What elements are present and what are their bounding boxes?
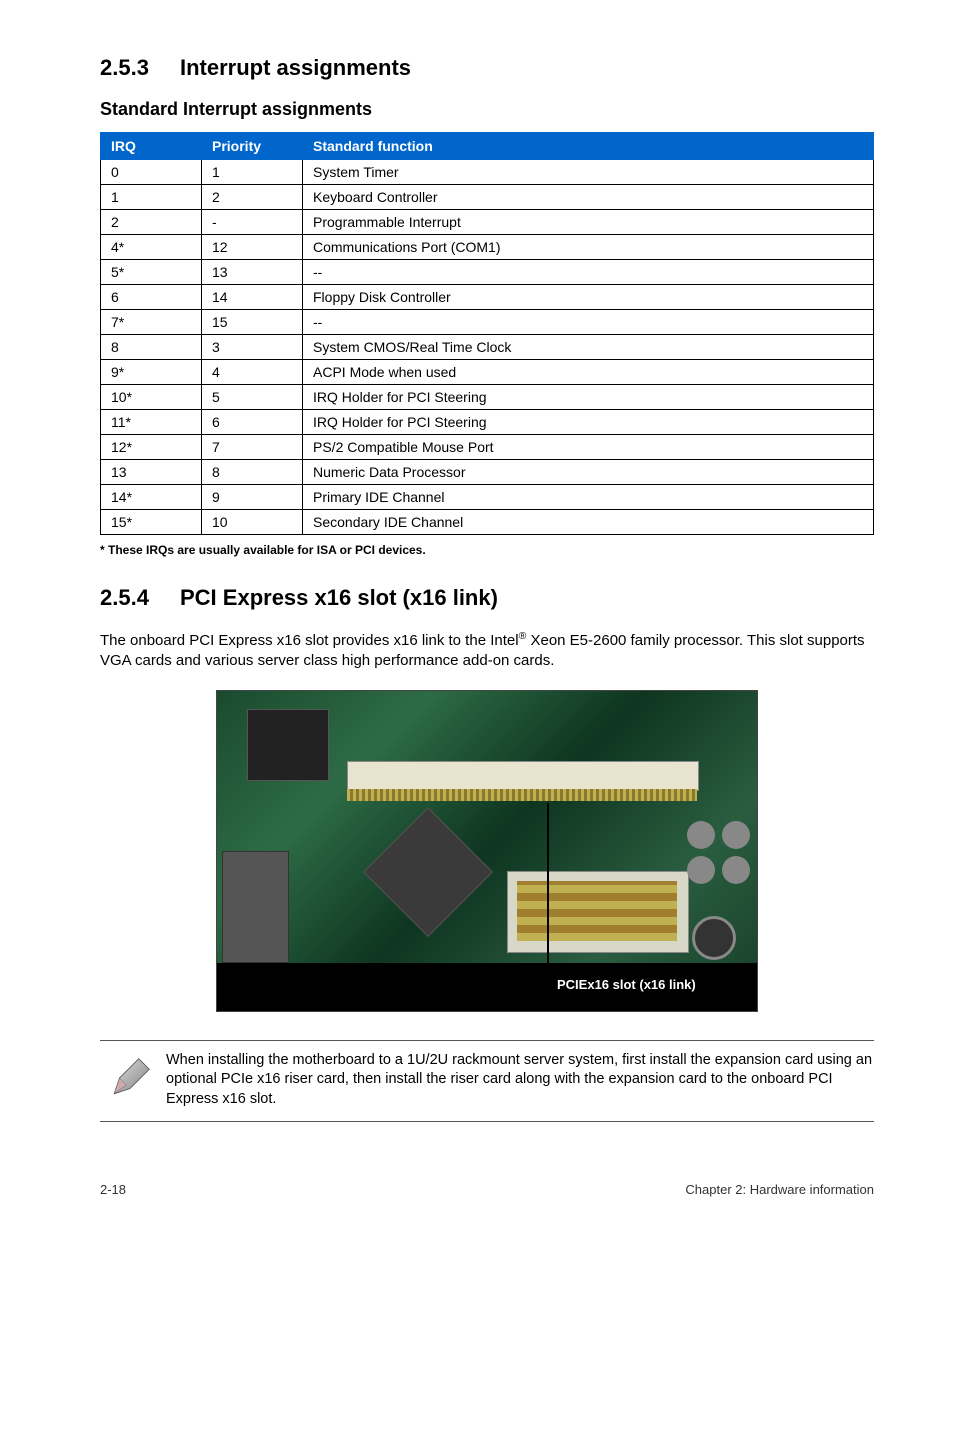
table-row: 83System CMOS/Real Time Clock <box>101 335 874 360</box>
table-row: 2-Programmable Interrupt <box>101 210 874 235</box>
table-cell: 6 <box>101 285 202 310</box>
section-title: PCI Express x16 slot (x16 link) <box>180 585 498 610</box>
table-row: 14*9Primary IDE Channel <box>101 485 874 510</box>
table-cell: -- <box>303 310 874 335</box>
table-row: 15*10Secondary IDE Channel <box>101 510 874 535</box>
table-cell: IRQ Holder for PCI Steering <box>303 410 874 435</box>
note-text: When installing the motherboard to a 1U/… <box>160 1051 874 1110</box>
table-cell: 5* <box>101 260 202 285</box>
table-cell: 6 <box>202 410 303 435</box>
table-cell: 11* <box>101 410 202 435</box>
section-number: 2.5.3 <box>100 55 180 81</box>
callout-line <box>547 803 549 968</box>
table-cell: 4 <box>202 360 303 385</box>
table-cell: 13 <box>202 260 303 285</box>
section-title: Interrupt assignments <box>180 55 411 80</box>
section-number: 2.5.4 <box>100 585 180 611</box>
table-cell: 4* <box>101 235 202 260</box>
motherboard-photo: PCIEx16 slot (x16 link) <box>216 690 758 1012</box>
page-number: 2-18 <box>100 1182 126 1197</box>
table-cell: 5 <box>202 385 303 410</box>
note-block: When installing the motherboard to a 1U/… <box>100 1040 874 1123</box>
table-cell: Floppy Disk Controller <box>303 285 874 310</box>
table-cell: 15 <box>202 310 303 335</box>
table-cell: 1 <box>202 160 303 185</box>
table-cell: 2 <box>101 210 202 235</box>
table-cell: Programmable Interrupt <box>303 210 874 235</box>
table-caption: Standard Interrupt assignments <box>100 99 874 120</box>
motherboard-photo-container: PCIEx16 slot (x16 link) <box>100 690 874 1012</box>
table-cell: System Timer <box>303 160 874 185</box>
section-body-text: The onboard PCI Express x16 slot provide… <box>100 629 874 672</box>
table-cell: 1 <box>101 185 202 210</box>
table-cell: -- <box>303 260 874 285</box>
table-row: 7*15-- <box>101 310 874 335</box>
page-content: 2.5.3Interrupt assignments Standard Inte… <box>0 0 954 1237</box>
table-row: 4*12Communications Port (COM1) <box>101 235 874 260</box>
table-row: 01System Timer <box>101 160 874 185</box>
table-footnote: * These IRQs are usually available for I… <box>100 543 874 557</box>
chapter-label: Chapter 2: Hardware information <box>685 1182 874 1197</box>
table-cell: 0 <box>101 160 202 185</box>
table-row: 11*6IRQ Holder for PCI Steering <box>101 410 874 435</box>
body-pre: The onboard PCI Express x16 slot provide… <box>100 632 519 649</box>
table-cell: 8 <box>202 460 303 485</box>
table-cell: 10* <box>101 385 202 410</box>
table-row: 138Numeric Data Processor <box>101 460 874 485</box>
table-row: 5*13-- <box>101 260 874 285</box>
table-body: 01System Timer12Keyboard Controller2-Pro… <box>101 160 874 535</box>
table-cell: 13 <box>101 460 202 485</box>
table-row: 614Floppy Disk Controller <box>101 285 874 310</box>
table-cell: 12* <box>101 435 202 460</box>
table-cell: 12 <box>202 235 303 260</box>
page-footer: 2-18 Chapter 2: Hardware information <box>100 1182 874 1197</box>
irq-table: IRQ Priority Standard function 01System … <box>100 132 874 535</box>
section-heading-2-5-3: 2.5.3Interrupt assignments <box>100 55 874 81</box>
table-cell: 9 <box>202 485 303 510</box>
pencil-icon <box>100 1051 160 1099</box>
table-cell: Communications Port (COM1) <box>303 235 874 260</box>
table-cell: System CMOS/Real Time Clock <box>303 335 874 360</box>
section-heading-2-5-4: 2.5.4PCI Express x16 slot (x16 link) <box>100 585 874 611</box>
table-cell: 8 <box>101 335 202 360</box>
table-row: 12Keyboard Controller <box>101 185 874 210</box>
table-cell: 7 <box>202 435 303 460</box>
table-cell: Secondary IDE Channel <box>303 510 874 535</box>
table-header-row: IRQ Priority Standard function <box>101 133 874 160</box>
table-cell: 2 <box>202 185 303 210</box>
table-cell: 14 <box>202 285 303 310</box>
table-cell: Primary IDE Channel <box>303 485 874 510</box>
table-cell: 3 <box>202 335 303 360</box>
table-cell: Numeric Data Processor <box>303 460 874 485</box>
table-cell: IRQ Holder for PCI Steering <box>303 385 874 410</box>
col-header-irq: IRQ <box>101 133 202 160</box>
table-cell: 14* <box>101 485 202 510</box>
table-row: 12*7PS/2 Compatible Mouse Port <box>101 435 874 460</box>
table-cell: ACPI Mode when used <box>303 360 874 385</box>
photo-label-bar: PCIEx16 slot (x16 link) <box>217 963 757 1011</box>
photo-label-text: PCIEx16 slot (x16 link) <box>557 977 696 992</box>
table-cell: 15* <box>101 510 202 535</box>
table-row: 10*5IRQ Holder for PCI Steering <box>101 385 874 410</box>
table-cell: PS/2 Compatible Mouse Port <box>303 435 874 460</box>
col-header-function: Standard function <box>303 133 874 160</box>
table-cell: - <box>202 210 303 235</box>
table-cell: 9* <box>101 360 202 385</box>
table-cell: Keyboard Controller <box>303 185 874 210</box>
table-cell: 10 <box>202 510 303 535</box>
table-row: 9*4ACPI Mode when used <box>101 360 874 385</box>
col-header-priority: Priority <box>202 133 303 160</box>
table-cell: 7* <box>101 310 202 335</box>
